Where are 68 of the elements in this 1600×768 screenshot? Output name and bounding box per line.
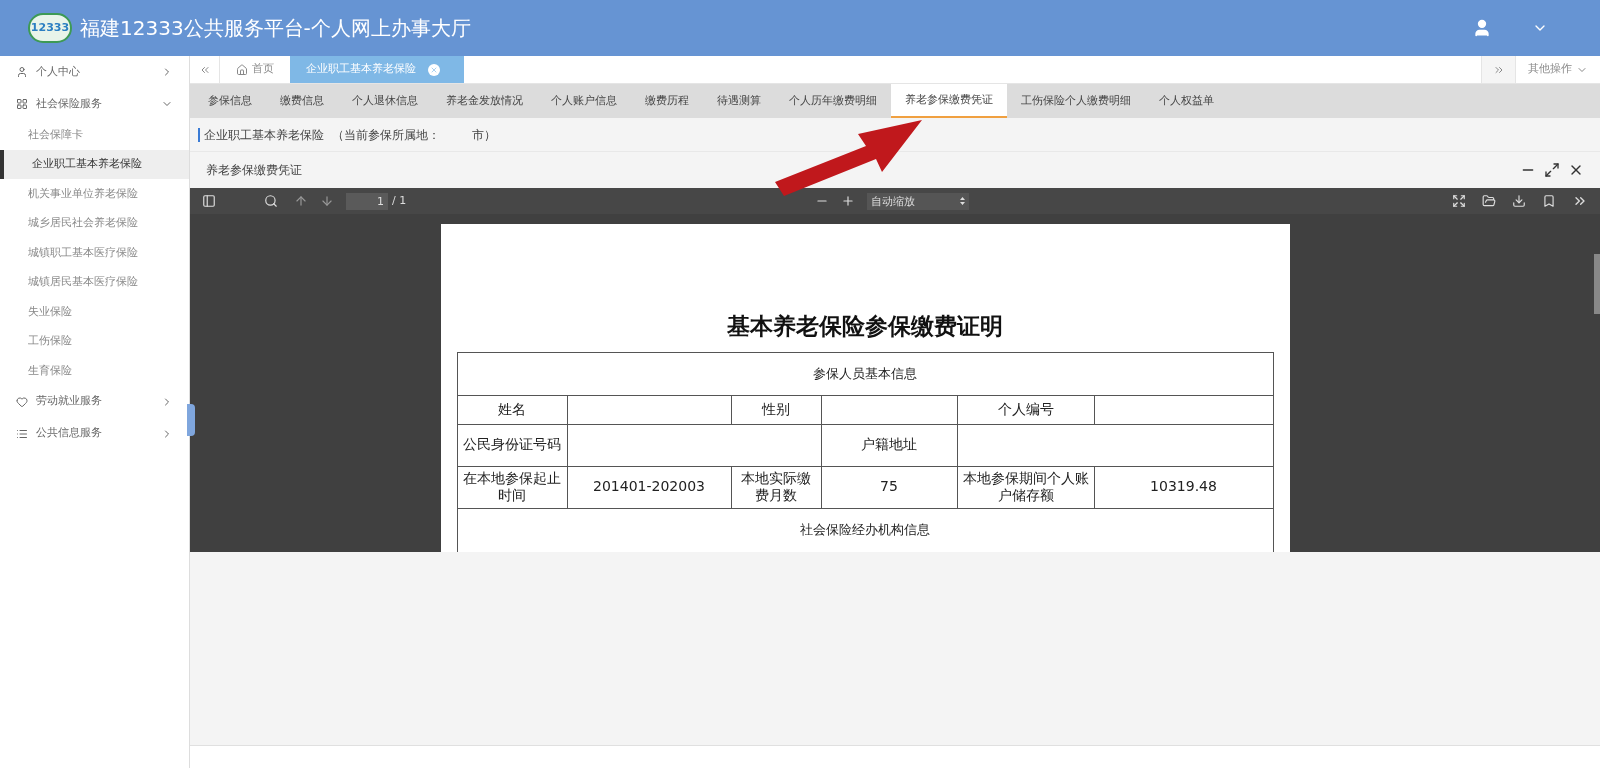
content-tab[interactable]: 个人退休信息 — [338, 84, 432, 118]
collapse-handle[interactable] — [187, 404, 195, 436]
zoom-in-icon[interactable] — [841, 194, 855, 208]
breadcrumb-text: （当前参保所属地： — [332, 126, 440, 144]
home-icon — [236, 63, 248, 76]
table-cell: 10319.48 — [1094, 466, 1273, 508]
breadcrumb-text: 企业职工基本养老保险 — [204, 126, 324, 144]
panel-title: 养老参保缴费凭证 — [206, 162, 302, 179]
table-cell: 个人编号 — [957, 395, 1094, 424]
sidebar-subitem[interactable]: 工伤保险 — [0, 326, 189, 356]
table-cell: 75 — [821, 466, 957, 508]
user-icon — [16, 66, 28, 78]
sidebar-item[interactable]: 社会保险服务 — [0, 88, 189, 120]
content-tab[interactable]: 个人权益单 — [1145, 84, 1228, 118]
content-tab[interactable]: 缴费历程 — [631, 84, 703, 118]
heart-icon — [16, 395, 28, 408]
user-icon[interactable] — [1472, 18, 1492, 38]
table-cell: 姓名 — [457, 395, 567, 424]
table-cell: 在本地参保起止时间 — [457, 466, 567, 508]
section-heading: 参保人员基本信息 — [457, 352, 1273, 395]
sidebar-subitem[interactable]: 生育保险 — [0, 356, 189, 386]
sidebar-subitem[interactable]: 城镇居民基本医疗保险 — [0, 267, 189, 297]
bookmark-icon[interactable] — [1542, 194, 1556, 208]
folder-icon[interactable] — [1482, 194, 1496, 208]
grid-icon — [16, 98, 28, 110]
other-operations-menu[interactable]: 其他操作 — [1528, 61, 1572, 78]
document-title: 基本养老保险参保缴费证明 — [726, 312, 1004, 341]
page-number-field[interactable]: 1 — [346, 192, 388, 210]
table-cell: 户籍地址 — [821, 424, 957, 466]
content-tab[interactable]: 养老金发放情况 — [432, 84, 537, 118]
zoom-select[interactable]: 自动缩放 — [867, 192, 969, 210]
content-tab[interactable]: 个人历年缴费明细 — [775, 84, 891, 118]
sidebar-item[interactable]: 公共信息服务 — [0, 417, 189, 450]
sidebar-subitem[interactable]: 城乡居民社会养老保险 — [0, 208, 189, 238]
table-cell: 性别 — [731, 395, 821, 424]
previous-page-icon[interactable] — [294, 194, 308, 208]
sidebar-item[interactable]: 个人中心 — [0, 56, 189, 88]
next-page-icon[interactable] — [320, 194, 334, 208]
table-cell: 本地参保期间个人账户储存额 — [957, 466, 1094, 508]
sidebar-toggle-icon[interactable] — [202, 194, 216, 208]
fullscreen-icon[interactable] — [1452, 194, 1466, 208]
sidebar-item[interactable]: 劳动就业服务 — [0, 385, 189, 418]
search-icon[interactable] — [264, 194, 278, 208]
list-icon — [16, 427, 28, 440]
content-tab[interactable]: 待遇测算 — [703, 84, 775, 118]
sidebar-subitem[interactable]: 失业保险 — [0, 297, 189, 327]
accent-bar — [198, 127, 200, 142]
content-tab[interactable]: 缴费信息 — [266, 84, 338, 118]
maximize-icon[interactable] — [1544, 162, 1560, 178]
breadcrumb-text: 市） — [472, 126, 496, 144]
content-tab[interactable]: 个人账户信息 — [537, 84, 631, 118]
sidebar-subitem[interactable]: 企业职工基本养老保险 — [0, 149, 189, 179]
logo-icon: 12333 — [28, 13, 72, 43]
content-tab[interactable]: 参保信息 — [194, 84, 266, 118]
site-title: 福建12333公共服务平台-个人网上办事大厅 — [80, 15, 471, 42]
scrollbar — [1594, 254, 1600, 314]
page-count: / 1 — [392, 192, 407, 209]
sidebar-subitem[interactable]: 机关事业单位养老保险 — [0, 179, 189, 209]
sidebar-subitem[interactable]: 社会保障卡 — [0, 120, 189, 150]
content-tab[interactable]: 工伤保险个人缴费明细 — [1007, 84, 1145, 118]
table-cell: 公民身份证号码 — [457, 424, 567, 466]
table-cell: 201401-202003 — [567, 466, 731, 508]
content-tab[interactable]: 养老参保缴费凭证 — [891, 84, 1007, 118]
up-down-icon — [960, 197, 965, 205]
table-cell: 本地实际缴费月数 — [731, 466, 821, 508]
download-icon[interactable] — [1512, 194, 1526, 208]
page-tab[interactable]: 首页 — [220, 56, 290, 83]
sidebar-subitem[interactable]: 城镇职工基本医疗保险 — [0, 238, 189, 268]
